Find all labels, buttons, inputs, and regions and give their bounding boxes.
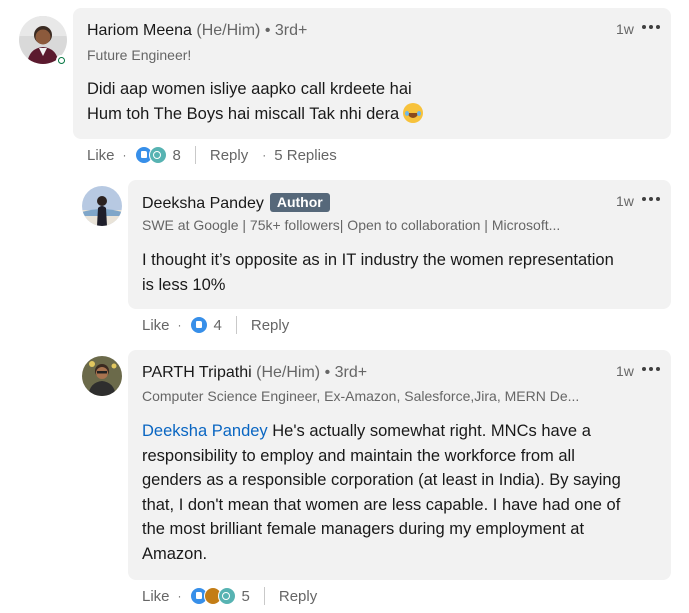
reply-actions: Like · 4 Reply bbox=[142, 316, 289, 334]
author-name[interactable]: Deeksha Pandey bbox=[142, 195, 264, 212]
avatar-deeksha[interactable] bbox=[82, 186, 122, 226]
like-button[interactable]: Like bbox=[142, 588, 170, 605]
more-options-icon[interactable] bbox=[642, 197, 660, 203]
comment-timestamp: 1w bbox=[616, 21, 634, 37]
reply-line: responsibility to employ and maintain th… bbox=[142, 446, 575, 465]
reply-author[interactable]: Deeksha Pandey Author bbox=[142, 193, 330, 213]
author-pronouns: (He/Him) bbox=[196, 22, 261, 39]
reply-line: Deeksha Pandey He's actually somewhat ri… bbox=[142, 419, 621, 444]
reply-button[interactable]: Reply bbox=[279, 588, 317, 605]
author-badge: Author bbox=[269, 193, 330, 212]
separator-dot: · bbox=[177, 318, 182, 332]
reactions-summary[interactable] bbox=[134, 146, 167, 164]
reactions-summary[interactable] bbox=[189, 316, 208, 334]
author-name[interactable]: PARTH Tripathi bbox=[142, 364, 252, 381]
comment-line: Hum toh The Boys hai miscall Tak nhi der… bbox=[87, 102, 424, 127]
action-divider bbox=[194, 146, 196, 164]
comment-text: Didi aap women isliye aapko call krdeete… bbox=[87, 77, 424, 127]
author-headline: Computer Science Engineer, Ex-Amazon, Sa… bbox=[142, 388, 580, 404]
like-button[interactable]: Like bbox=[87, 147, 115, 164]
reply-button[interactable]: Reply bbox=[210, 147, 248, 164]
comment-line: Didi aap women isliye aapko call krdeete… bbox=[87, 80, 412, 98]
reply-timestamp: 1w bbox=[616, 363, 634, 379]
action-divider bbox=[235, 316, 237, 334]
reply-text: Deeksha Pandey He's actually somewhat ri… bbox=[142, 419, 621, 566]
laughing-emoji-icon bbox=[403, 102, 424, 123]
separator-dot: · bbox=[122, 148, 127, 162]
separator-dot: · bbox=[177, 589, 182, 603]
reply-line: is less 10% bbox=[142, 275, 226, 294]
author-pronouns: (He/Him) bbox=[256, 364, 321, 381]
reply-timestamp: 1w bbox=[616, 193, 634, 209]
reply-line: genders as a responsible corporation (at… bbox=[142, 471, 621, 489]
separator-dot: · bbox=[262, 148, 267, 162]
author-headline: SWE at Google | 75k+ followers| Open to … bbox=[142, 217, 561, 233]
online-status-icon bbox=[56, 55, 66, 65]
avatar-parth[interactable] bbox=[82, 356, 122, 396]
more-options-icon[interactable] bbox=[642, 367, 660, 373]
reply-line: I thought it’s opposite as in IT industr… bbox=[142, 251, 614, 269]
connection-degree: • 3rd+ bbox=[264, 22, 308, 39]
reaction-count[interactable]: 5 bbox=[242, 588, 250, 605]
funny-icon bbox=[217, 587, 236, 605]
reply-button[interactable]: Reply bbox=[251, 317, 289, 334]
reply-line: that, I don't mean that women are less c… bbox=[142, 495, 621, 514]
reply-author[interactable]: PARTH Tripathi (He/Him) • 3rd+ bbox=[142, 364, 367, 382]
replies-link[interactable]: 5 Replies bbox=[274, 147, 337, 164]
reaction-count[interactable]: 4 bbox=[214, 317, 222, 334]
reaction-count[interactable]: 8 bbox=[173, 147, 181, 164]
funny-icon bbox=[148, 146, 167, 164]
reply-line-text: He's actually somewhat right. MNCs have … bbox=[267, 422, 591, 440]
more-options-icon[interactable] bbox=[642, 25, 660, 31]
comment-author[interactable]: Hariom Meena (He/Him) • 3rd+ bbox=[87, 22, 307, 40]
reply-actions: Like · 5 Reply bbox=[142, 587, 317, 605]
like-button[interactable]: Like bbox=[142, 317, 170, 334]
action-divider bbox=[263, 587, 265, 605]
author-name[interactable]: Hariom Meena bbox=[87, 22, 192, 39]
comment-line-text: Hum toh The Boys hai miscall Tak nhi der… bbox=[87, 104, 400, 123]
reactions-summary[interactable] bbox=[189, 587, 236, 605]
reply-line: the most brilliant female managers durin… bbox=[142, 520, 585, 538]
reply-line: Amazon. bbox=[142, 544, 208, 563]
comment-actions: Like · 8 Reply · 5 Replies bbox=[87, 146, 337, 164]
mention-link[interactable]: Deeksha Pandey bbox=[142, 422, 268, 440]
author-headline: Future Engineer! bbox=[87, 47, 192, 63]
like-icon bbox=[189, 316, 208, 334]
connection-degree: • 3rd+ bbox=[324, 364, 368, 381]
reply-text: I thought it’s opposite as in IT industr… bbox=[142, 248, 614, 297]
